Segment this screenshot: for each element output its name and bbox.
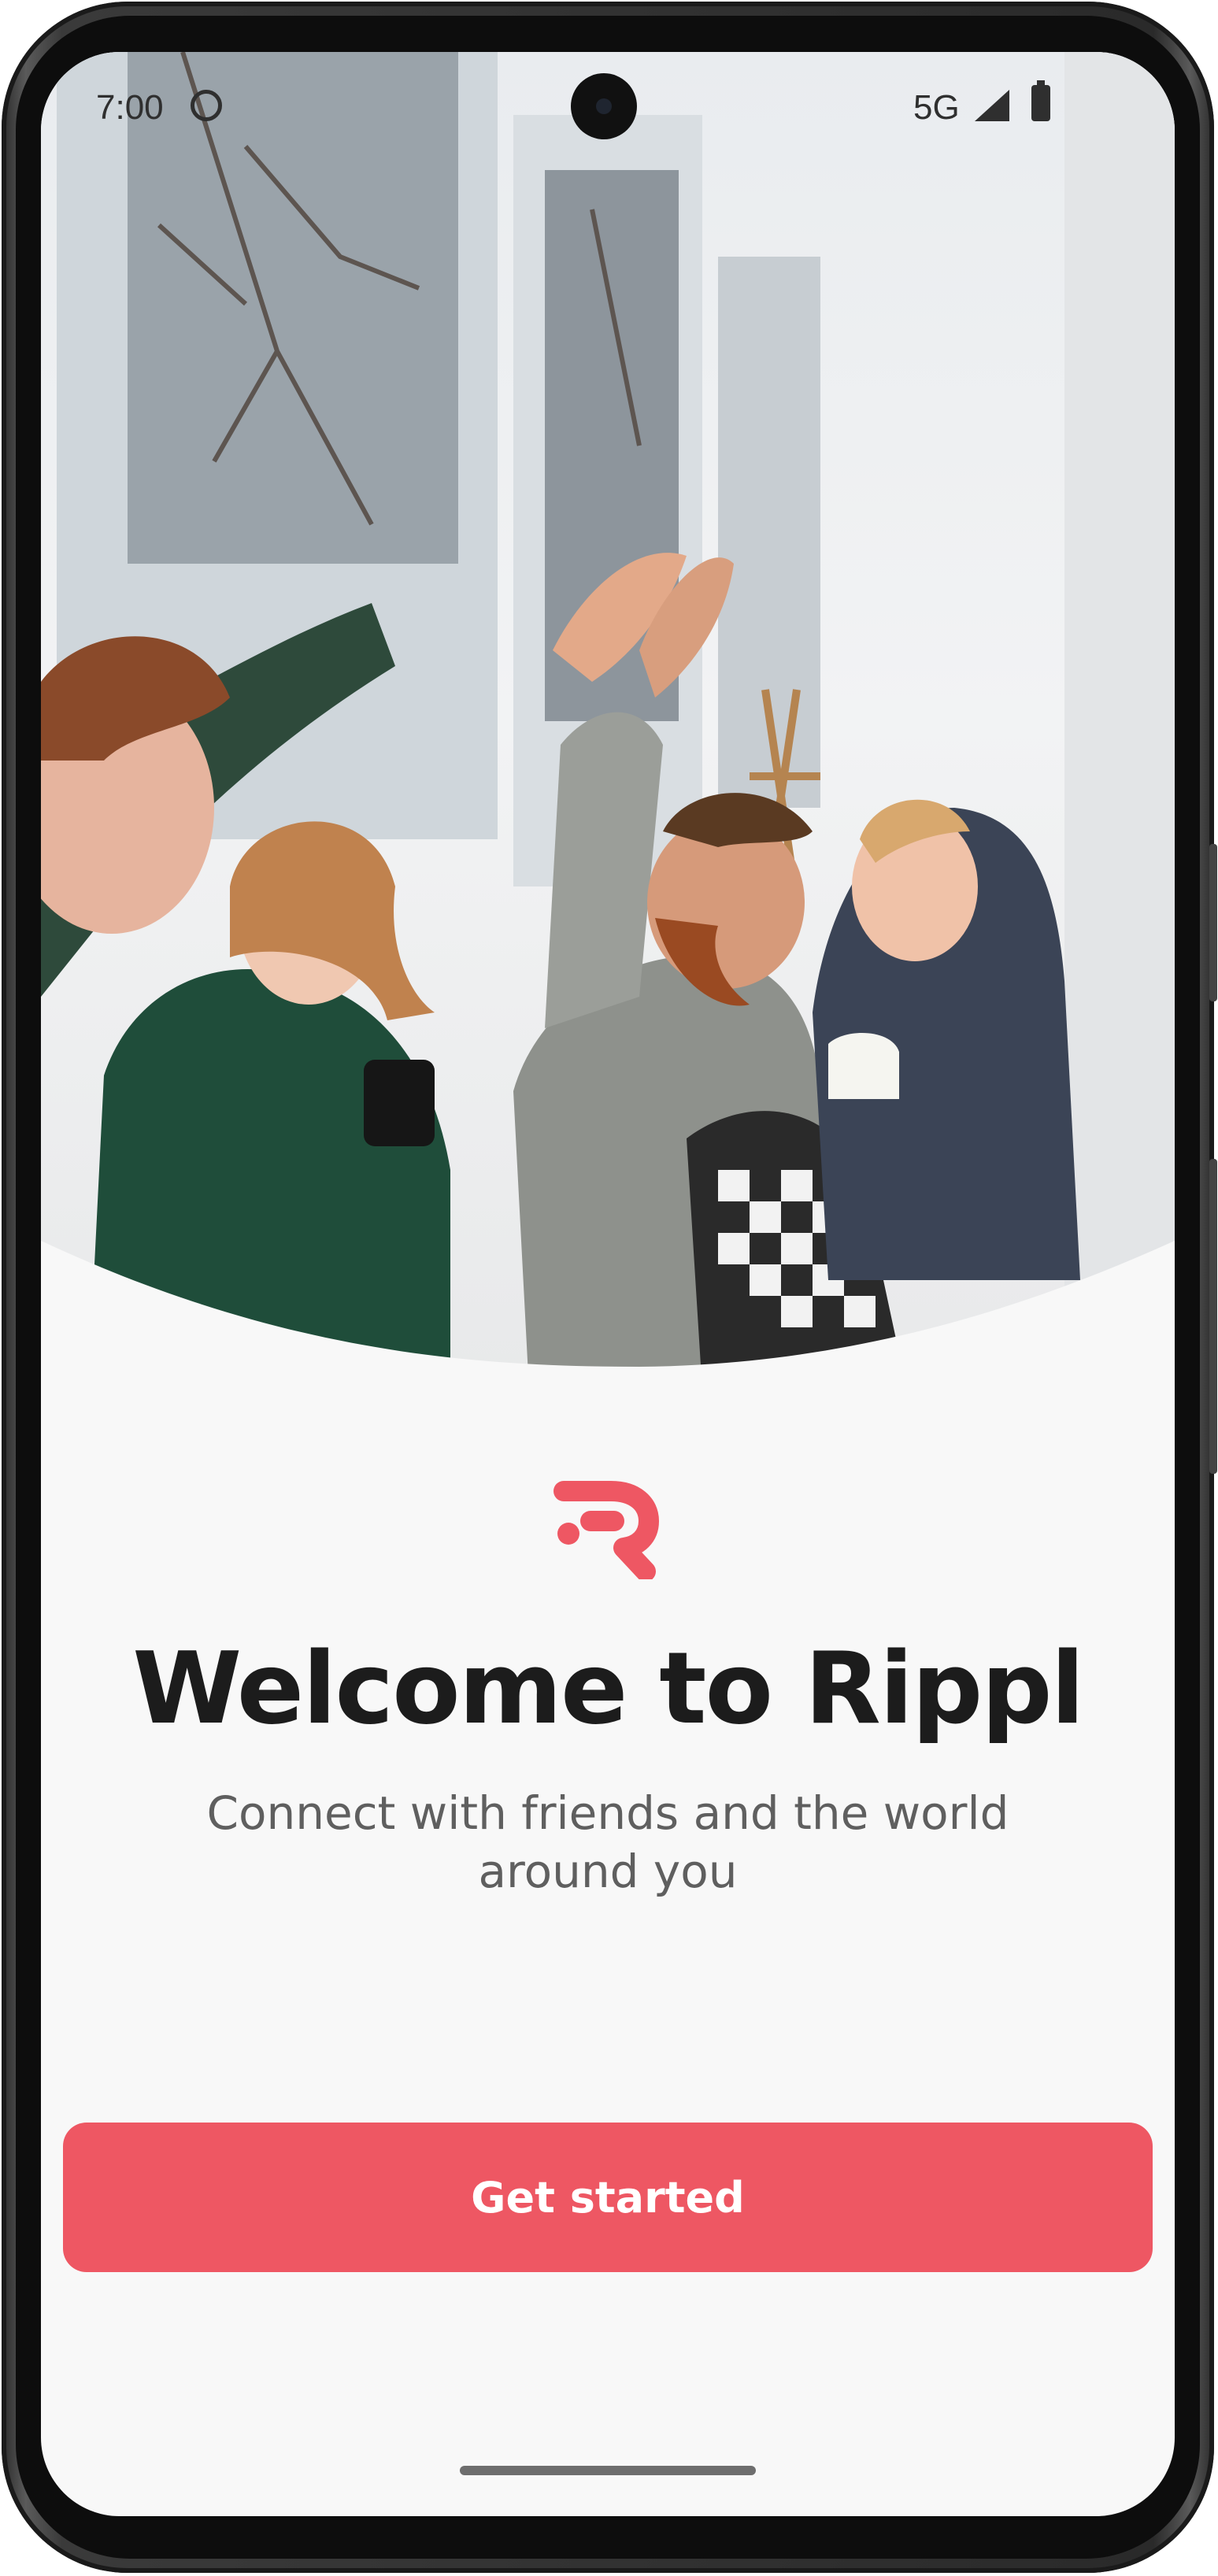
welcome-title: Welcome to Rippl: [132, 1630, 1084, 1746]
battery-icon: [1031, 80, 1050, 121]
signal-icon: [975, 90, 1009, 121]
power-button: [1209, 1159, 1217, 1474]
front-camera: [571, 73, 637, 139]
status-bar: 7:00 5G: [41, 52, 1175, 146]
volume-button: [1209, 844, 1217, 1001]
get-started-button[interactable]: Get started: [63, 2123, 1153, 2272]
phone-frame: 7:00 5G Welcome to Rippl Connect with fr…: [2, 2, 1217, 2573]
face-icon: [191, 90, 222, 121]
welcome-subtitle: Connect with friends and the world aroun…: [206, 1786, 1009, 1898]
screen: 7:00 5G Welcome to Rippl Connect with fr…: [41, 52, 1175, 2516]
hero-photo: [41, 52, 1175, 1390]
network-label: 5G: [913, 88, 960, 127]
status-time: 7:00: [96, 88, 164, 127]
home-indicator[interactable]: [460, 2466, 756, 2475]
rippl-logo-icon: [553, 1481, 659, 1579]
hero-photo-illustration: [41, 52, 1175, 1390]
